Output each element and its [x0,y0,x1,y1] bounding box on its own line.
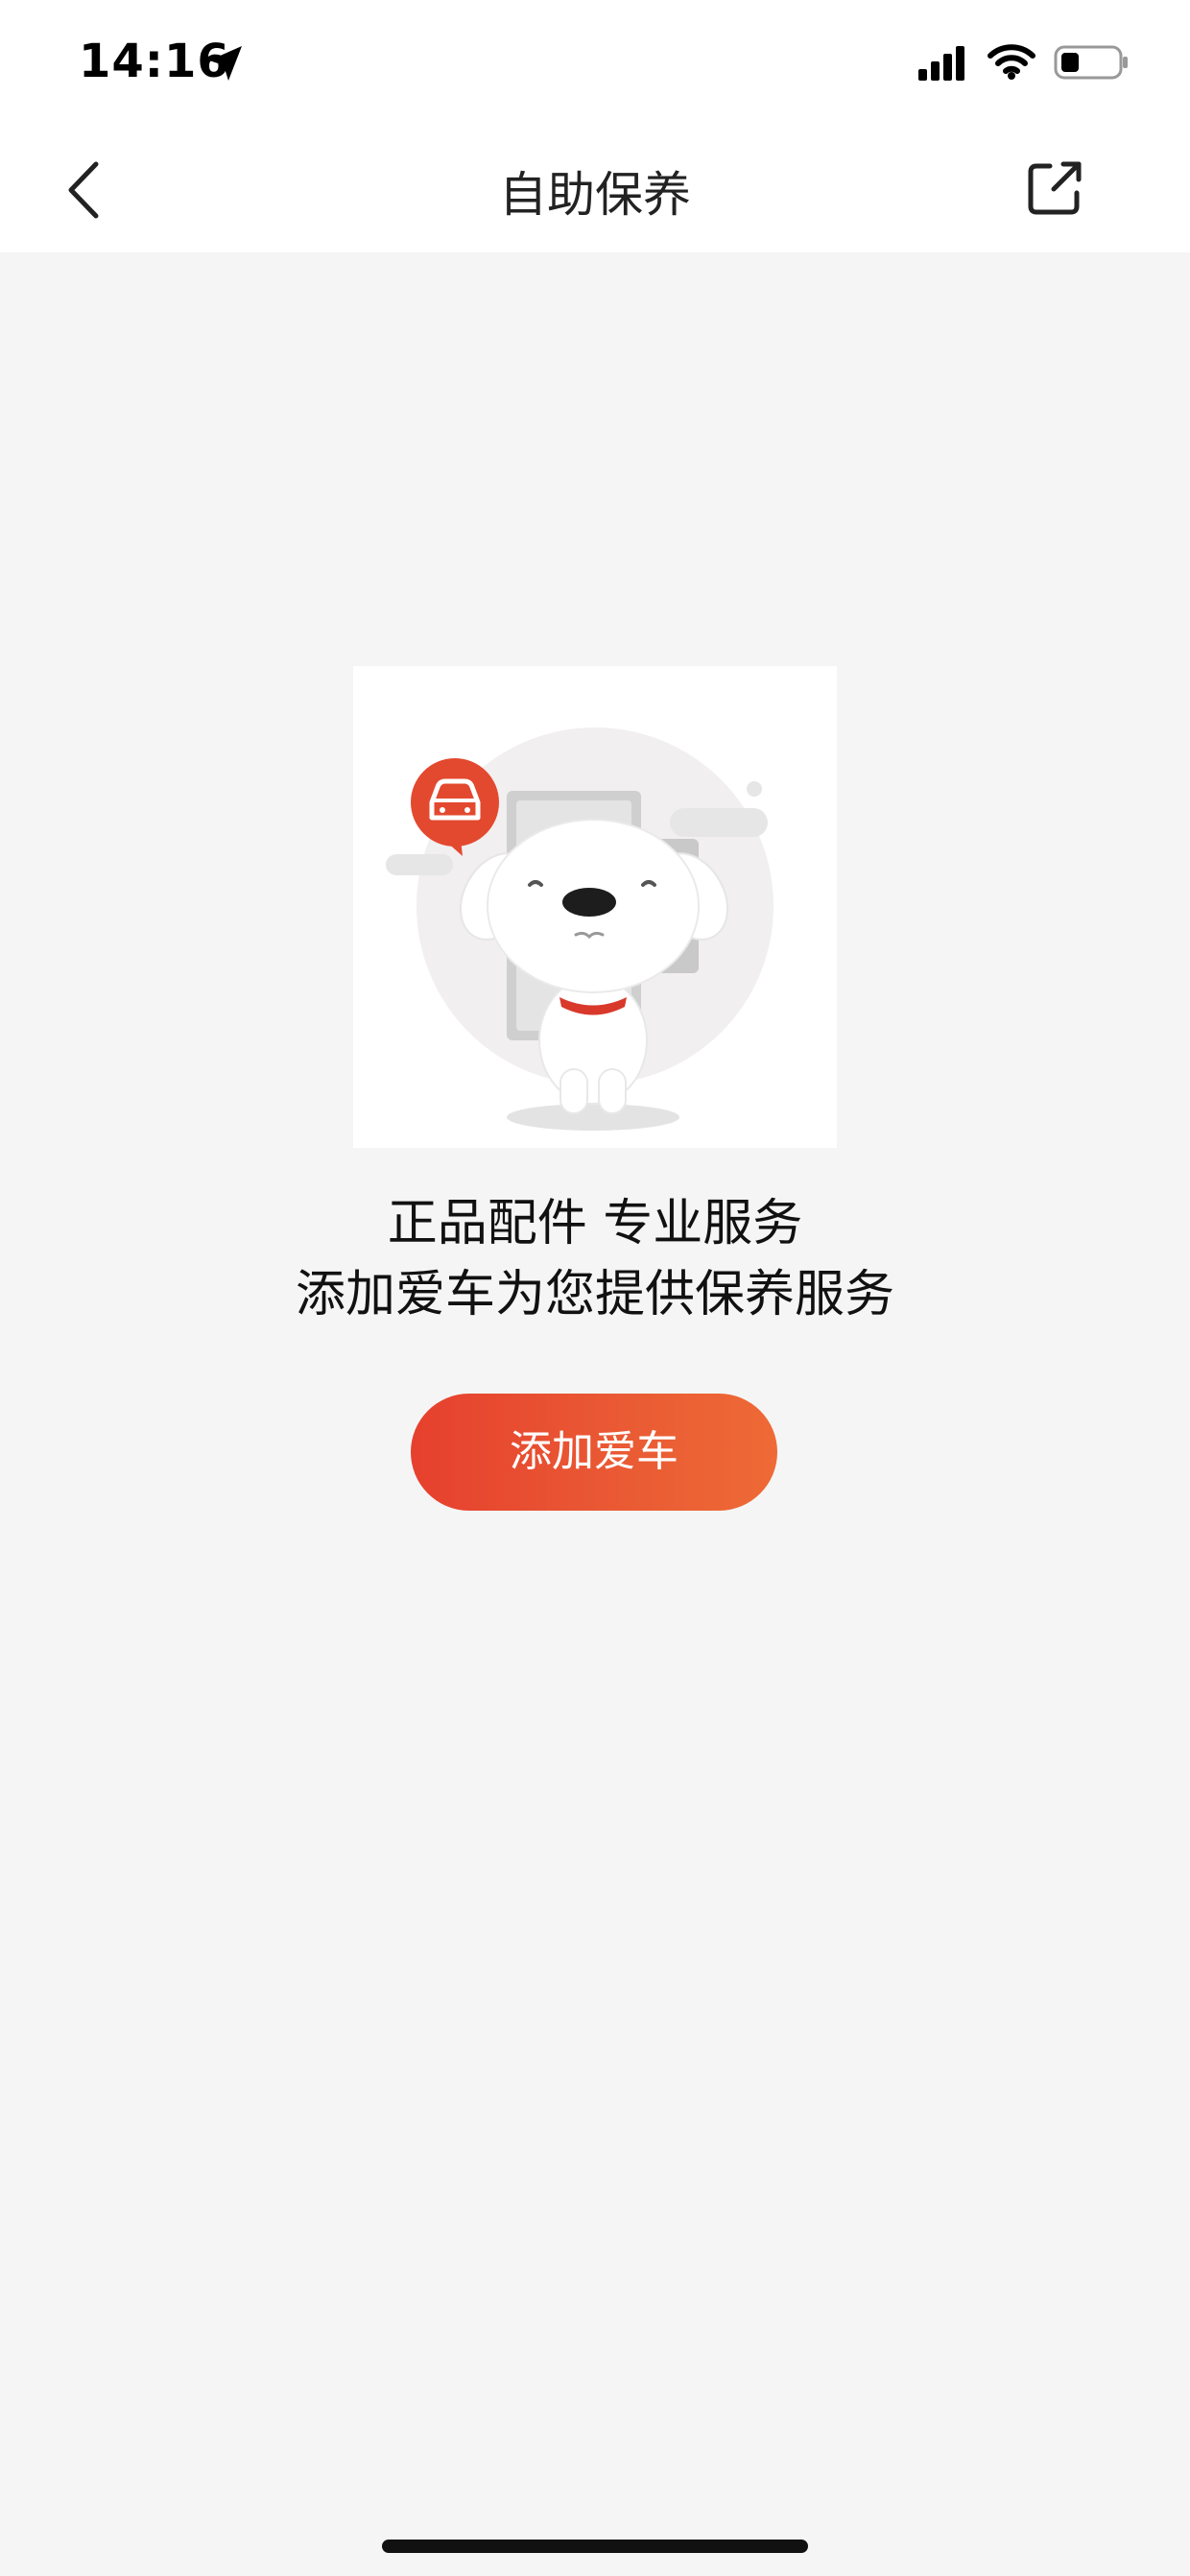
share-icon[interactable] [1023,156,1086,220]
nav-bar: 自助保养 [0,130,1190,252]
signal-icon [918,46,964,81]
page-title: 自助保养 [499,167,691,223]
wifi-icon [988,44,1035,80]
dog-mascot-image [386,727,774,1131]
battery-icon [1054,45,1128,80]
empty-state-line-2: 添加爱车为您提供保养服务 [295,1266,894,1324]
home-indicator[interactable] [382,2540,808,2553]
status-bar: 14:16 [0,0,1190,130]
empty-state-illustration [353,666,837,1148]
location-arrow-icon [209,46,242,81]
add-car-button[interactable]: 添加爱车 [411,1394,777,1511]
empty-state-line-1: 正品配件 专业服务 [387,1195,803,1252]
